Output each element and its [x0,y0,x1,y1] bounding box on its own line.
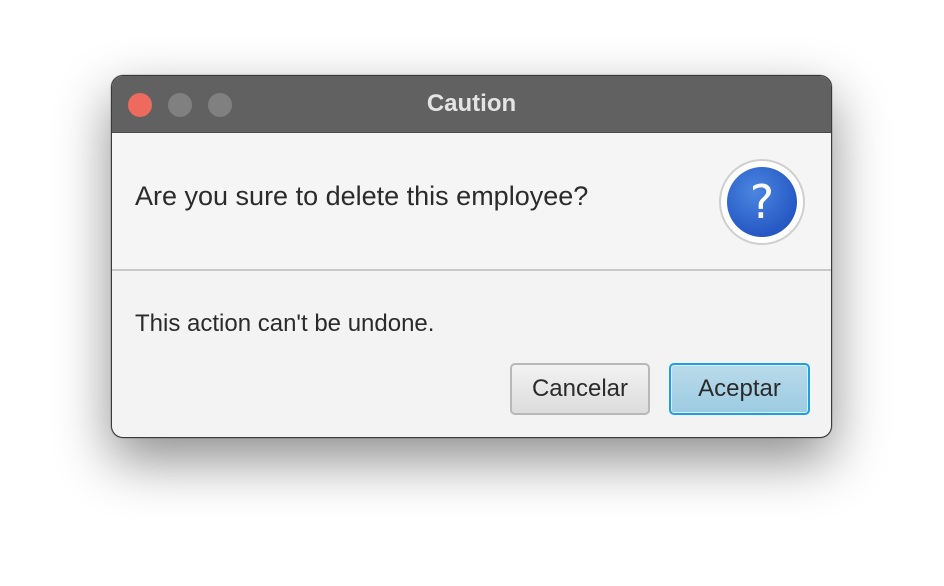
question-icon: ? [719,159,805,245]
dialog-header: Are you sure to delete this employee? ? [112,133,831,271]
cancel-button[interactable]: Cancelar [510,363,650,415]
content-text: This action can't be undone. [135,310,435,337]
title-bar[interactable]: Caution [112,76,831,133]
header-text: Are you sure to delete this employee? [135,181,589,211]
accept-button[interactable]: Aceptar [669,363,810,415]
window-title: Caution [426,90,517,117]
caution-dialog-window: Caution Are you sure to delete this empl… [111,75,832,438]
question-mark-glyph: ? [727,167,797,237]
